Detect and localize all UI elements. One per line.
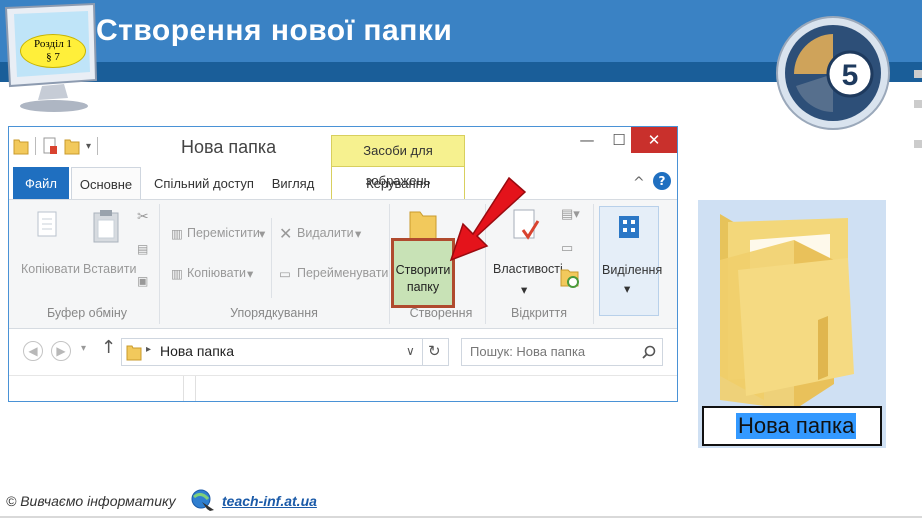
collapse-ribbon-icon[interactable]: ^ [633, 175, 645, 191]
tab-share[interactable]: Спільний доступ [149, 167, 259, 199]
address-bar[interactable]: ▸ Нова папка ∨ ↻ [121, 338, 449, 366]
nav-pane-divider [195, 376, 196, 401]
folder-name-field[interactable]: Нова папка [702, 406, 882, 446]
file-list-area[interactable] [9, 375, 677, 401]
qat-separator [97, 137, 99, 155]
copy-button[interactable]: Копіювати [21, 262, 80, 276]
decor-bar [914, 40, 922, 148]
context-tab-group: Засоби для зображень [331, 135, 465, 188]
select-button[interactable]: Виділення ▾ [599, 206, 663, 316]
ribbon-tabs: Файл Основне Спільний доступ Вигляд Керу… [9, 167, 677, 199]
globe-icon [191, 489, 214, 511]
forward-icon[interactable]: ▶ [51, 341, 71, 361]
search-placeholder: Пошук: Нова папка [470, 344, 586, 359]
paste-icon [93, 210, 119, 243]
section-badge-line1: Розділ 1 [34, 38, 72, 50]
footer-copyright: © Вивчаємо інформатику [6, 493, 176, 509]
copy-to-button[interactable]: Копіювати [187, 266, 246, 280]
section-badge: Розділ 1 § 7 [20, 34, 86, 68]
breadcrumb-chevron-icon[interactable]: ▸ [146, 344, 151, 355]
folder-icon [126, 345, 142, 361]
tab-view[interactable]: Вигляд [263, 167, 323, 199]
new-folder-icon[interactable] [64, 137, 80, 155]
group-separator [593, 204, 594, 324]
address-row: ◀ ▶ ▾ ↑ ▸ Нова папка ∨ ↻ Пошук: Нова пап… [9, 329, 677, 375]
properties-icon[interactable] [42, 137, 58, 155]
search-input[interactable]: Пошук: Нова папка [461, 338, 663, 366]
paste-button[interactable]: Вставити [83, 262, 136, 276]
search-icon[interactable] [642, 345, 656, 359]
grade-logo-icon: 5 [776, 16, 890, 130]
group-separator [389, 204, 390, 324]
copy-to-dropdown-icon[interactable]: ▾ [247, 266, 253, 281]
move-icon: ▥ [171, 227, 183, 241]
delete-dropdown-icon[interactable]: ▾ [355, 226, 361, 241]
qat-separator [35, 137, 36, 155]
refresh-icon[interactable]: ↻ [428, 342, 441, 360]
delete-button[interactable]: Видалити [297, 226, 354, 240]
edit-icon[interactable]: ▭ [561, 240, 573, 256]
folder-name-text: Нова папка [736, 413, 857, 439]
address-separator [422, 339, 423, 365]
create-folder-label: Створити папку [394, 262, 452, 296]
delete-icon: ✕ [279, 226, 293, 243]
scissors-icon[interactable]: ✂ [137, 208, 149, 225]
footer-site-link[interactable]: teach-inf.at.ua [222, 493, 317, 509]
slide-title: Створення нової папки [96, 14, 453, 47]
copy-icon [37, 211, 57, 237]
move-button[interactable]: Перемістити [187, 226, 260, 240]
maximize-button[interactable]: ☐ [605, 127, 633, 153]
copy-to-icon: ▥ [171, 267, 183, 281]
group-separator [159, 204, 160, 324]
qat-dropdown-icon[interactable]: ▾ [86, 141, 91, 152]
rename-icon: ▭ [279, 267, 291, 281]
grade-number: 5 [842, 59, 859, 92]
rename-button[interactable]: Перейменувати [297, 266, 388, 280]
nav-pane-splitter[interactable] [183, 376, 184, 401]
move-dropdown-icon[interactable]: ▾ [259, 226, 265, 241]
explorer-window: ▾ Нова папка Засоби для зображень — ☐ ✕ … [8, 126, 678, 402]
footer-divider [0, 516, 922, 518]
tab-file[interactable]: Файл [13, 167, 69, 199]
help-icon[interactable]: ? [653, 172, 671, 190]
minimize-button[interactable]: — [569, 127, 605, 153]
inner-separator [271, 218, 272, 298]
back-icon[interactable]: ◀ [23, 341, 43, 361]
organize-group-label: Упорядкування [230, 306, 318, 320]
ribbon: Копіювати Вставити ✂ ▤ ▣ Буфер обміну ▥ … [9, 176, 677, 329]
open-group-label: Відкриття [510, 306, 568, 320]
history-icon[interactable] [559, 266, 581, 290]
select-icon [619, 216, 639, 238]
select-label: Виділення [602, 263, 663, 277]
paste-shortcut-icon[interactable]: ▣ [137, 274, 148, 288]
title-bar: ▾ Нова папка Засоби для зображень — ☐ ✕ [9, 127, 677, 188]
open-icon[interactable]: ▤▾ [561, 206, 580, 222]
create-folder-line2: папку [406, 280, 440, 294]
quick-access-toolbar: ▾ [13, 135, 99, 157]
select-dropdown-icon: ▾ [624, 282, 631, 296]
up-icon[interactable]: ↑ [101, 337, 116, 358]
copy-path-icon[interactable]: ▤ [137, 242, 148, 256]
address-dropdown-icon[interactable]: ∨ [406, 344, 415, 358]
close-button[interactable]: ✕ [631, 127, 677, 153]
properties-dropdown-icon[interactable]: ▾ [521, 282, 527, 297]
clipboard-group-label: Буфер обміну [46, 306, 128, 320]
recent-dropdown-icon[interactable]: ▾ [81, 343, 86, 354]
address-path: Нова папка [160, 343, 235, 359]
arrow-icon [449, 176, 527, 262]
new-group-label: Створення [409, 306, 473, 320]
folder-icon[interactable] [13, 137, 29, 155]
section-badge-line2: § 7 [46, 51, 60, 63]
window-title: Нова папка [181, 137, 277, 157]
tab-home[interactable]: Основне [71, 167, 141, 199]
